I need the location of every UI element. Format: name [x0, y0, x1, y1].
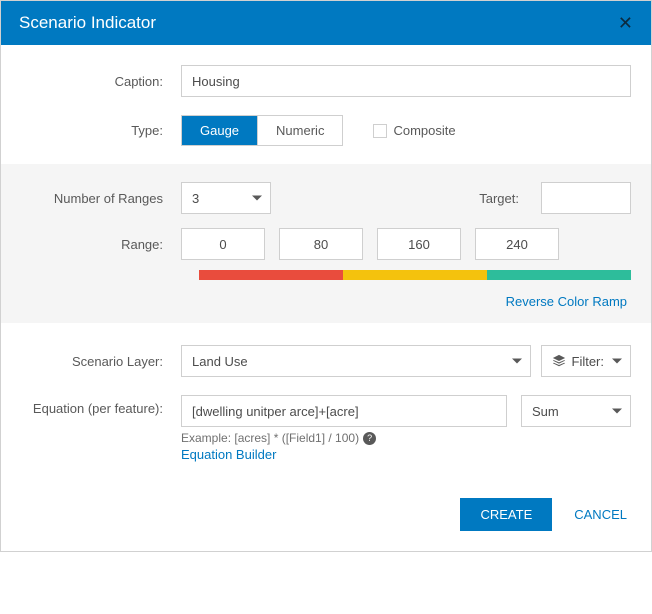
dialog-footer: CREATE CANCEL [1, 480, 651, 551]
reverse-color-ramp-link[interactable]: Reverse Color Ramp [506, 294, 627, 309]
num-ranges-label: Number of Ranges [21, 191, 181, 206]
color-ramp [199, 270, 631, 280]
dialog-title: Scenario Indicator [19, 13, 156, 33]
type-label: Type: [21, 123, 181, 138]
chevron-down-icon [512, 359, 522, 364]
caption-input[interactable] [181, 65, 631, 97]
equation-input[interactable] [181, 395, 507, 427]
create-button[interactable]: CREATE [460, 498, 552, 531]
aggregation-select[interactable]: Sum [521, 395, 631, 427]
scenario-layer-label: Scenario Layer: [21, 354, 181, 369]
type-toggle: Gauge Numeric [181, 115, 343, 146]
num-ranges-select[interactable]: 3 [181, 182, 271, 214]
range-input-0[interactable] [181, 228, 265, 260]
range-input-3[interactable] [475, 228, 559, 260]
ramp-segment-1 [343, 270, 487, 280]
chevron-down-icon [612, 409, 622, 414]
ramp-segment-0 [199, 270, 343, 280]
equation-example: Example: [acres] * ([Field1] / 100) ? [181, 431, 631, 445]
close-icon[interactable]: ✕ [618, 14, 633, 32]
equation-builder-link[interactable]: Equation Builder [181, 447, 631, 462]
chevron-down-icon [612, 359, 622, 364]
target-label: Target: [479, 191, 531, 206]
ranges-panel: Number of Ranges 3 Target: Range: [1, 164, 651, 323]
example-text: Example: [acres] * ([Field1] / 100) [181, 431, 359, 445]
filter-label: Filter: [572, 354, 605, 369]
composite-checkbox[interactable]: Composite [373, 123, 455, 138]
composite-label: Composite [393, 123, 455, 138]
equation-label: Equation (per feature): [21, 395, 181, 416]
filter-button[interactable]: Filter: [541, 345, 632, 377]
scenario-indicator-dialog: Scenario Indicator ✕ Caption: Type: Gaug… [0, 0, 652, 552]
range-input-1[interactable] [279, 228, 363, 260]
num-ranges-value: 3 [192, 191, 199, 206]
range-label: Range: [21, 237, 181, 252]
range-input-2[interactable] [377, 228, 461, 260]
type-numeric-button[interactable]: Numeric [257, 116, 342, 145]
chevron-down-icon [252, 196, 262, 201]
titlebar: Scenario Indicator ✕ [1, 1, 651, 45]
layers-icon [552, 354, 566, 368]
ramp-segment-2 [487, 270, 631, 280]
type-gauge-button[interactable]: Gauge [182, 116, 257, 145]
scenario-layer-value: Land Use [192, 354, 248, 369]
aggregation-value: Sum [532, 404, 559, 419]
help-icon[interactable]: ? [363, 432, 376, 445]
caption-label: Caption: [21, 74, 181, 89]
checkbox-icon [373, 124, 387, 138]
scenario-layer-select[interactable]: Land Use [181, 345, 531, 377]
target-input[interactable] [541, 182, 631, 214]
cancel-button[interactable]: CANCEL [574, 507, 627, 522]
